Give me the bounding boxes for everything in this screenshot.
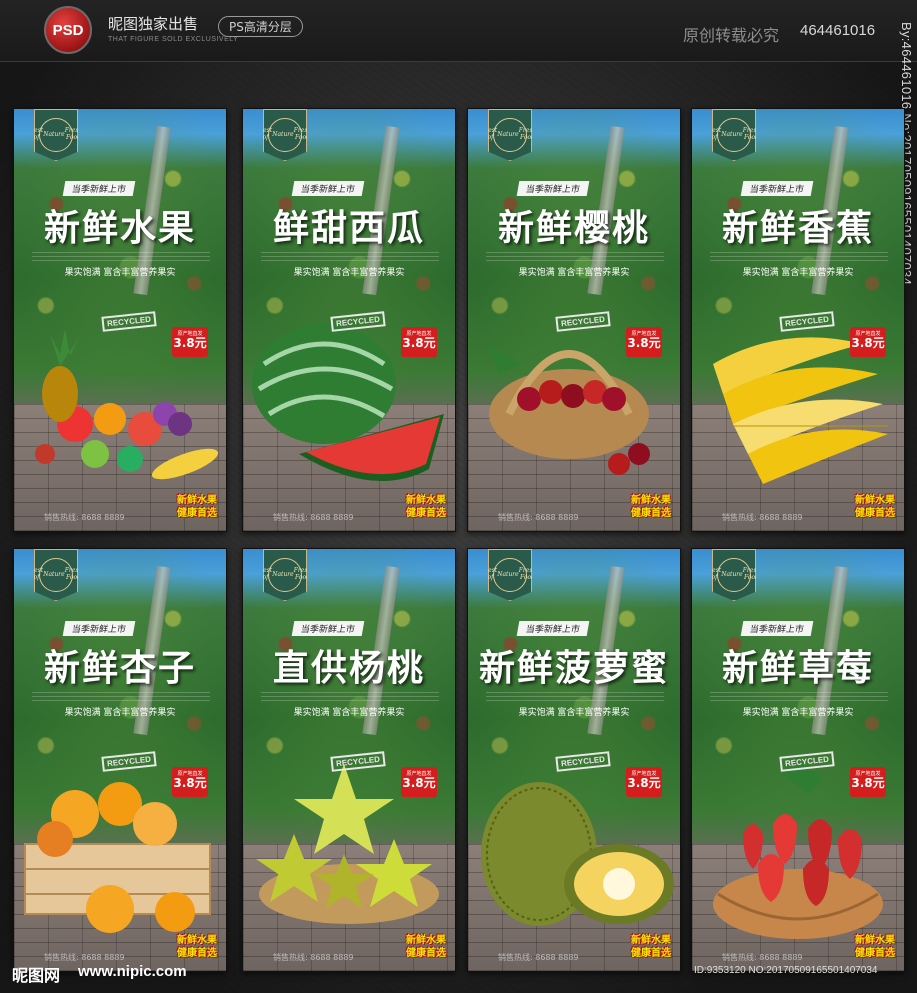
price-tag: 原产地直发 3.8元	[401, 767, 437, 797]
footer-url: www.nipic.com	[78, 963, 187, 980]
price-value: 3.8元	[402, 776, 436, 790]
price-value: 3.8元	[627, 776, 661, 790]
nature-badge-text: Best of Nature Fresh Food	[34, 118, 78, 152]
poster-slogan: 果实饱满 富含丰富营养果实	[64, 708, 176, 718]
poster-slogan: 果实饱满 富含丰富营养果实	[742, 708, 854, 718]
sales-hotline: 销售热线: 8688 8889	[273, 953, 354, 962]
top-header-bar: PSD 昵图独家出售 THAT FIGURE SOLD EXCLUSIVELY …	[0, 0, 917, 62]
season-tagline: 当季新鲜上市	[516, 181, 590, 196]
nature-badge: Best of Nature Fresh Food	[488, 549, 532, 601]
poster-apricot: Best of Nature Fresh Food 当季新鲜上市 新鲜杏子 果实饱满…	[13, 548, 227, 972]
poster-title: 直供杨桃	[272, 647, 425, 689]
fresh-fruit-badge: 新鲜水果 健康首选	[855, 495, 895, 519]
poster-cherry: Best of Nature Fresh Food 当季新鲜上市 新鲜樱桃 果实饱满…	[467, 108, 681, 532]
poster-title: 新鲜樱桃	[497, 207, 650, 249]
poster-slogan: 果实饱满 富含丰富营养果实	[293, 708, 405, 718]
poster-slogan: 果实饱满 富含丰富营养果实	[742, 268, 854, 278]
nature-badge-text: Best of Nature Fresh Food	[263, 118, 307, 152]
small-text-lines	[486, 689, 664, 701]
season-tagline: 当季新鲜上市	[62, 621, 136, 636]
copyright-notice: 原创转载必究	[683, 26, 780, 45]
footer-logo: 昵图网	[12, 966, 61, 985]
small-text-lines	[710, 249, 888, 261]
price-value: 3.8元	[173, 776, 207, 790]
sales-hotline: 销售热线: 8688 8889	[498, 953, 579, 962]
nature-badge-text: Best of Nature Fresh Food	[488, 558, 532, 592]
sales-hotline: 销售热线: 8688 8889	[722, 953, 803, 962]
nature-badge: Best of Nature Fresh Food	[263, 109, 307, 161]
nature-badge: Best of Nature Fresh Food	[488, 109, 532, 161]
psd-badge: PSD	[44, 6, 92, 54]
season-tagline: 当季新鲜上市	[740, 181, 814, 196]
price-value: 3.8元	[851, 336, 885, 350]
season-tagline: 当季新鲜上市	[291, 621, 365, 636]
footer-id: ID:9353120 NO:20170509165501407034	[694, 965, 878, 976]
price-tag: 原产地直发 3.8元	[172, 327, 208, 357]
price-tag: 原产地直发 3.8元	[850, 767, 886, 797]
header-title: 昵图独家出售	[108, 15, 199, 33]
poster-jackfruit: Best of Nature Fresh Food 当季新鲜上市 新鲜菠萝蜜 果实饱…	[467, 548, 681, 972]
poster-watermelon: Best of Nature Fresh Food 当季新鲜上市 鲜甜西瓜 果实饱满…	[242, 108, 456, 532]
nature-badge: Best of Nature Fresh Food	[34, 109, 78, 161]
sales-hotline: 销售热线: 8688 8889	[44, 513, 125, 522]
small-text-lines	[486, 249, 664, 261]
price-tag: 原产地直发 3.8元	[172, 767, 208, 797]
price-value: 3.8元	[402, 336, 436, 350]
nature-badge: Best of Nature Fresh Food	[712, 109, 756, 161]
fresh-fruit-badge: 新鲜水果 健康首选	[406, 935, 446, 959]
small-text-lines	[32, 689, 210, 701]
fresh-fruit-badge: 新鲜水果 健康首选	[177, 935, 217, 959]
sales-hotline: 销售热线: 8688 8889	[273, 513, 354, 522]
poster-strawberry: Best of Nature Fresh Food 当季新鲜上市 新鲜草莓 果实饱满…	[691, 548, 905, 972]
small-text-lines	[261, 249, 439, 261]
poster-title: 新鲜香蕉	[721, 207, 874, 249]
season-tagline: 当季新鲜上市	[291, 181, 365, 196]
price-tag: 原产地直发 3.8元	[401, 327, 437, 357]
price-tag: 原产地直发 3.8元	[626, 767, 662, 797]
nature-badge-text: Best of Nature Fresh Food	[488, 118, 532, 152]
fresh-fruit-badge: 新鲜水果 健康首选	[177, 495, 217, 519]
poster-slogan: 果实饱满 富含丰富营养果实	[518, 268, 630, 278]
small-text-lines	[261, 689, 439, 701]
season-tagline: 当季新鲜上市	[516, 621, 590, 636]
poster-slogan: 果实饱满 富含丰富营养果实	[64, 268, 176, 278]
fresh-fruit-badge: 新鲜水果 健康首选	[631, 495, 671, 519]
poster-title: 新鲜菠萝蜜	[478, 647, 669, 689]
poster-starfruit: Best of Nature Fresh Food 当季新鲜上市 直供杨桃 果实饱满…	[242, 548, 456, 972]
nature-badge-text: Best of Nature Fresh Food	[712, 118, 756, 152]
nature-badge-text: Best of Nature Fresh Food	[263, 558, 307, 592]
poster-banana: Best of Nature Fresh Food 当季新鲜上市 新鲜香蕉 果实饱满…	[691, 108, 905, 532]
price-value: 3.8元	[851, 776, 885, 790]
price-value: 3.8元	[173, 336, 207, 350]
poster-title: 新鲜草莓	[721, 647, 874, 689]
poster-mixed-fruit: Best of Nature Fresh Food 当季新鲜上市 新鲜水果 果实饱满…	[13, 108, 227, 532]
price-tag: 原产地直发 3.8元	[626, 327, 662, 357]
season-tagline: 当季新鲜上市	[62, 181, 136, 196]
author-id: 464461016	[800, 22, 876, 39]
poster-title: 新鲜杏子	[43, 647, 196, 689]
poster-title: 新鲜水果	[43, 207, 196, 249]
poster-slogan: 果实饱满 富含丰富营养果实	[293, 268, 405, 278]
nature-badge-text: Best of Nature Fresh Food	[34, 558, 78, 592]
small-text-lines	[32, 249, 210, 261]
fresh-fruit-badge: 新鲜水果 健康首选	[631, 935, 671, 959]
nature-badge: Best of Nature Fresh Food	[712, 549, 756, 601]
fresh-fruit-badge: 新鲜水果 健康首选	[855, 935, 895, 959]
price-tag: 原产地直发 3.8元	[850, 327, 886, 357]
ps-layered-pill: PS高清分层	[218, 16, 303, 37]
fresh-fruit-badge: 新鲜水果 健康首选	[406, 495, 446, 519]
header-subtitle: THAT FIGURE SOLD EXCLUSIVELY	[108, 36, 239, 43]
poster-slogan: 果实饱满 富含丰富营养果实	[518, 708, 630, 718]
small-text-lines	[710, 689, 888, 701]
poster-title: 鲜甜西瓜	[272, 207, 425, 249]
nature-badge-text: Best of Nature Fresh Food	[712, 558, 756, 592]
season-tagline: 当季新鲜上市	[740, 621, 814, 636]
sales-hotline: 销售热线: 8688 8889	[722, 513, 803, 522]
sales-hotline: 销售热线: 8688 8889	[498, 513, 579, 522]
price-value: 3.8元	[627, 336, 661, 350]
nature-badge: Best of Nature Fresh Food	[263, 549, 307, 601]
nature-badge: Best of Nature Fresh Food	[34, 549, 78, 601]
